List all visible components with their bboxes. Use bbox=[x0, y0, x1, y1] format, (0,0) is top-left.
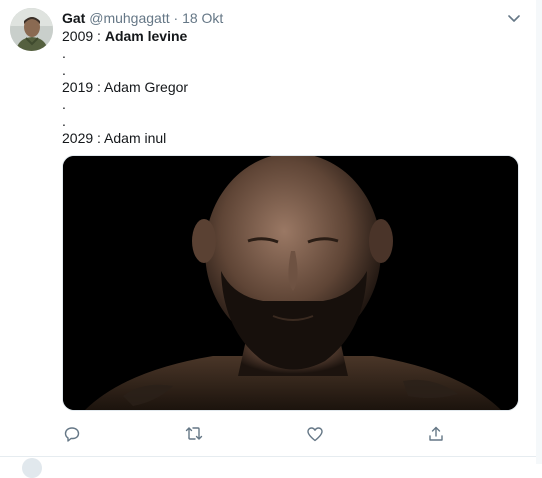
chevron-down-icon[interactable] bbox=[506, 10, 522, 26]
author-avatar[interactable] bbox=[10, 8, 53, 51]
retweet-button[interactable] bbox=[184, 426, 204, 446]
share-icon bbox=[427, 425, 445, 448]
tweet-line: 2019 : Adam Gregor bbox=[62, 79, 189, 95]
tweet-line: 2009 : Adam levine bbox=[62, 28, 522, 45]
tweet-line: . bbox=[62, 96, 66, 112]
dot-separator: · bbox=[173, 10, 179, 26]
tweet-line: 2029 : Adam inul bbox=[62, 130, 167, 146]
tweet-text: 2009 : Adam levine . . 2019 : Adam Grego… bbox=[62, 28, 522, 147]
tweet[interactable]: Gat @muhgagatt · 18 Okt 2009 : Adam levi… bbox=[0, 0, 542, 478]
like-button[interactable] bbox=[305, 426, 325, 446]
line-emphasis: Adam levine bbox=[104, 28, 188, 44]
next-tweet-avatar[interactable] bbox=[22, 458, 42, 478]
tweet-line: . bbox=[62, 62, 66, 78]
scrollbar[interactable] bbox=[536, 0, 542, 464]
share-button[interactable] bbox=[426, 426, 446, 446]
tweet-line: . bbox=[62, 113, 66, 129]
tweet-header: Gat @muhgagatt · 18 Okt bbox=[62, 9, 223, 27]
reply-icon bbox=[63, 425, 81, 448]
author-handle[interactable]: @muhgagatt bbox=[89, 10, 169, 26]
bearded-man-image bbox=[63, 156, 518, 410]
reply-button[interactable] bbox=[62, 426, 82, 446]
tweet-actions bbox=[62, 426, 462, 446]
author-name[interactable]: Gat bbox=[62, 10, 85, 26]
line-prefix: 2009 : bbox=[62, 28, 105, 44]
avatar-image bbox=[10, 8, 53, 51]
tweet-date[interactable]: 18 Okt bbox=[182, 10, 223, 26]
heart-icon bbox=[306, 425, 324, 448]
tweet-media-image[interactable] bbox=[62, 155, 519, 411]
tweet-line: . bbox=[62, 45, 66, 61]
tweet-divider bbox=[0, 456, 542, 457]
retweet-icon bbox=[184, 425, 204, 448]
